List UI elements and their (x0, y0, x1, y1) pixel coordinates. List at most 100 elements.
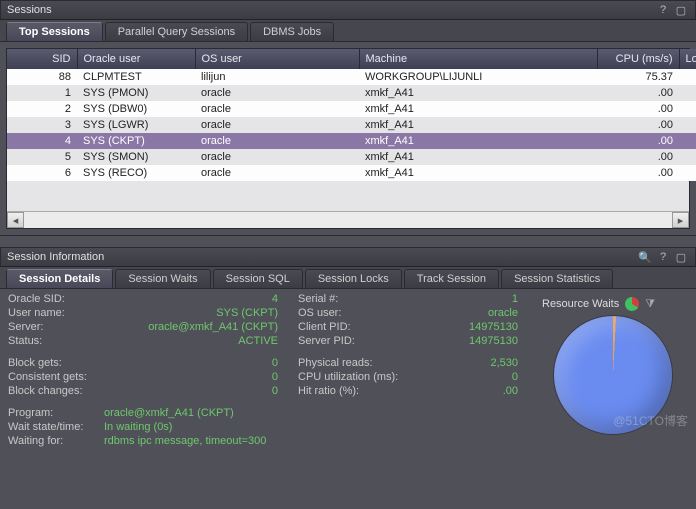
col-oracle-user[interactable]: Oracle user (77, 49, 195, 69)
session-detail-tab-bar: Session DetailsSession WaitsSession SQLS… (0, 267, 696, 289)
val-waiting-for: rdbms ipc message, timeout=300 (104, 435, 278, 447)
val-oracle-sid: 4 (104, 293, 278, 305)
tab-parallel-query-sessions[interactable]: Parallel Query Sessions (105, 22, 248, 41)
table-cell: .00 (597, 149, 679, 165)
table-header-row: SID Oracle user OS user Machine CPU (ms/… (7, 49, 696, 69)
tab-session-waits[interactable]: Session Waits (115, 269, 210, 288)
table-cell: oracle (195, 165, 359, 181)
table-cell: SYS (LGWR) (77, 117, 195, 133)
table-cell: lilijun (195, 69, 359, 85)
table-cell (679, 133, 696, 149)
col-sid[interactable]: SID (7, 49, 77, 69)
table-cell: SYS (SMON) (77, 149, 195, 165)
table-cell: oracle (195, 149, 359, 165)
lbl-hit-ratio: Hit ratio (%): (298, 385, 408, 397)
table-cell (679, 101, 696, 117)
table-cell: oracle (195, 133, 359, 149)
col-lo[interactable]: Lo (679, 49, 696, 69)
resource-waits-panel: Resource Waits ⧩ (538, 293, 688, 447)
table-row[interactable]: 6SYS (RECO)oraclexmkf_A41.00 (7, 165, 696, 181)
session-details-content: Oracle SID:4 User name:SYS (CKPT) Server… (0, 289, 696, 451)
val-block-gets: 0 (104, 357, 278, 369)
tab-session-sql[interactable]: Session SQL (213, 269, 303, 288)
val-phys-reads: 2,530 (414, 357, 518, 369)
lbl-status: Status: (8, 335, 98, 347)
scroll-right-icon[interactable]: ▸ (672, 212, 689, 228)
table-row[interactable]: 88CLPMTESTlilijunWORKGROUP\LIJUNLI75.37 (7, 69, 696, 85)
tab-dbms-jobs[interactable]: DBMS Jobs (250, 22, 334, 41)
table-row[interactable]: 1SYS (PMON)oraclexmkf_A41.00 (7, 85, 696, 101)
lbl-wait-state: Wait state/time: (8, 421, 98, 433)
scroll-left-icon[interactable]: ◂ (7, 212, 24, 228)
table-cell: 2 (7, 101, 77, 117)
detail-left-column: Oracle SID:4 User name:SYS (CKPT) Server… (8, 293, 278, 447)
chart-type-icon[interactable] (625, 297, 639, 311)
val-serial: 1 (414, 293, 518, 305)
val-hit-ratio: .00 (414, 385, 518, 397)
table-cell: SYS (RECO) (77, 165, 195, 181)
table-cell: 88 (7, 69, 77, 85)
table-cell: .00 (597, 117, 679, 133)
table-cell: oracle (195, 101, 359, 117)
help-icon[interactable]: ? (655, 249, 671, 265)
lbl-server: Server: (8, 321, 98, 333)
table-cell: xmkf_A41 (359, 101, 597, 117)
table-cell: 4 (7, 133, 77, 149)
table-cell: SYS (DBW0) (77, 101, 195, 117)
table-cell: xmkf_A41 (359, 165, 597, 181)
table-cell: 5 (7, 149, 77, 165)
table-cell: 75.37 (597, 69, 679, 85)
tab-top-sessions[interactable]: Top Sessions (6, 22, 103, 41)
table-cell: xmkf_A41 (359, 133, 597, 149)
help-icon[interactable]: ? (655, 2, 671, 18)
table-cell: 3 (7, 117, 77, 133)
val-cpu-util: 0 (414, 371, 518, 383)
table-row[interactable]: 3SYS (LGWR)oraclexmkf_A41.00 (7, 117, 696, 133)
table-cell: .00 (597, 101, 679, 117)
lbl-phys-reads: Physical reads: (298, 357, 408, 369)
table-row[interactable]: 4SYS (CKPT)oraclexmkf_A41.00 (7, 133, 696, 149)
sessions-tab-bar: Top SessionsParallel Query SessionsDBMS … (0, 20, 696, 42)
table-cell: .00 (597, 85, 679, 101)
tab-session-details[interactable]: Session Details (6, 269, 113, 288)
table-cell (679, 69, 696, 85)
lbl-block-gets: Block gets: (8, 357, 98, 369)
scroll-track[interactable] (24, 212, 672, 228)
tab-session-statistics[interactable]: Session Statistics (501, 269, 613, 288)
table-cell: xmkf_A41 (359, 149, 597, 165)
col-machine[interactable]: Machine (359, 49, 597, 69)
table-row[interactable]: 2SYS (DBW0)oraclexmkf_A41.00 (7, 101, 696, 117)
table-cell: 1 (7, 85, 77, 101)
table-cell: oracle (195, 117, 359, 133)
horizontal-scrollbar[interactable]: ◂ ▸ (7, 211, 689, 228)
sessions-panel-title: Sessions (7, 4, 52, 16)
table-cell: xmkf_A41 (359, 85, 597, 101)
table-cell: CLPMTEST (77, 69, 195, 85)
tab-session-locks[interactable]: Session Locks (305, 269, 402, 288)
tab-track-session[interactable]: Track Session (404, 269, 499, 288)
val-server-pid: 14975130 (414, 335, 518, 347)
maximize-icon[interactable]: ▢ (673, 2, 689, 18)
resource-waits-title: Resource Waits (542, 298, 619, 310)
table-empty-area (7, 181, 689, 211)
table-cell: WORKGROUP\LIJUNLI (359, 69, 597, 85)
val-server: oracle@xmkf_A41 (CKPT) (104, 321, 278, 333)
maximize-icon[interactable]: ▢ (673, 249, 689, 265)
lbl-oracle-sid: Oracle SID: (8, 293, 98, 305)
lbl-block-chg: Block changes: (8, 385, 98, 397)
search-icon[interactable]: 🔍 (637, 249, 653, 265)
filter-icon[interactable]: ⧩ (645, 298, 655, 311)
val-cons-gets: 0 (104, 371, 278, 383)
col-cpu[interactable]: CPU (ms/s) (597, 49, 679, 69)
val-user-name: SYS (CKPT) (104, 307, 278, 319)
col-os-user[interactable]: OS user (195, 49, 359, 69)
table-row[interactable]: 5SYS (SMON)oraclexmkf_A41.00 (7, 149, 696, 165)
lbl-program: Program: (8, 407, 98, 419)
val-client-pid: 14975130 (414, 321, 518, 333)
table-cell: .00 (597, 165, 679, 181)
val-program: oracle@xmkf_A41 (CKPT) (104, 407, 278, 419)
lbl-waiting-for: Waiting for: (8, 435, 98, 447)
table-cell: .00 (597, 133, 679, 149)
table-cell: oracle (195, 85, 359, 101)
sessions-panel-header: Sessions ? ▢ (0, 0, 696, 20)
